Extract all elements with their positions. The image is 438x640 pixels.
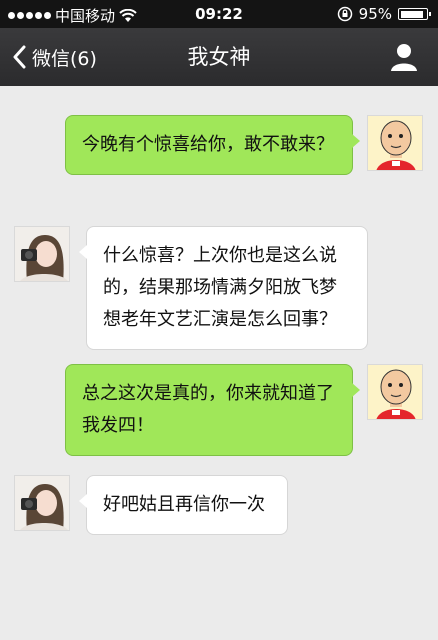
battery-icon <box>398 8 431 20</box>
cartoon-avatar-icon <box>368 116 422 170</box>
message-bubble-received[interactable]: 好吧姑且再信你一次 <box>79 475 288 535</box>
chat-title: 我女神 <box>187 45 251 69</box>
message-text: 什么惊喜？上次你也是这么说的，结果那场情满夕阳放飞梦想老年文艺汇演是怎么回事？ <box>103 245 337 330</box>
message-bubble-sent[interactable]: 今晚有个惊喜给你，敢不敢来？ <box>65 115 360 175</box>
message-bubble-sent[interactable]: 总之这次是真的，你来就知道了我发四！ <box>65 364 360 456</box>
my-avatar[interactable] <box>367 115 423 171</box>
status-right: 95% <box>337 5 431 23</box>
person-icon[interactable] <box>390 42 418 72</box>
nav-bar: 微信(6) 我女神 <box>0 28 438 86</box>
status-bar: 中国移动 09:22 95% <box>0 0 438 28</box>
my-avatar[interactable] <box>367 364 423 420</box>
message-bubble-received[interactable]: 什么惊喜？上次你也是这么说的，结果那场情满夕阳放飞梦想老年文艺汇演是怎么回事？ <box>79 226 368 350</box>
contact-avatar[interactable] <box>14 475 70 531</box>
battery-percent: 95% <box>358 5 392 23</box>
girl-with-camera-avatar-icon <box>15 476 69 530</box>
girl-with-camera-avatar-icon <box>15 227 69 281</box>
cartoon-avatar-icon <box>368 365 422 419</box>
message-text: 今晚有个惊喜给你，敢不敢来？ <box>82 134 334 155</box>
rotation-lock-icon <box>337 6 352 22</box>
message-text: 总之这次是真的，你来就知道了我发四！ <box>82 383 334 436</box>
contact-avatar[interactable] <box>14 226 70 282</box>
message-text: 好吧姑且再信你一次 <box>103 494 265 515</box>
